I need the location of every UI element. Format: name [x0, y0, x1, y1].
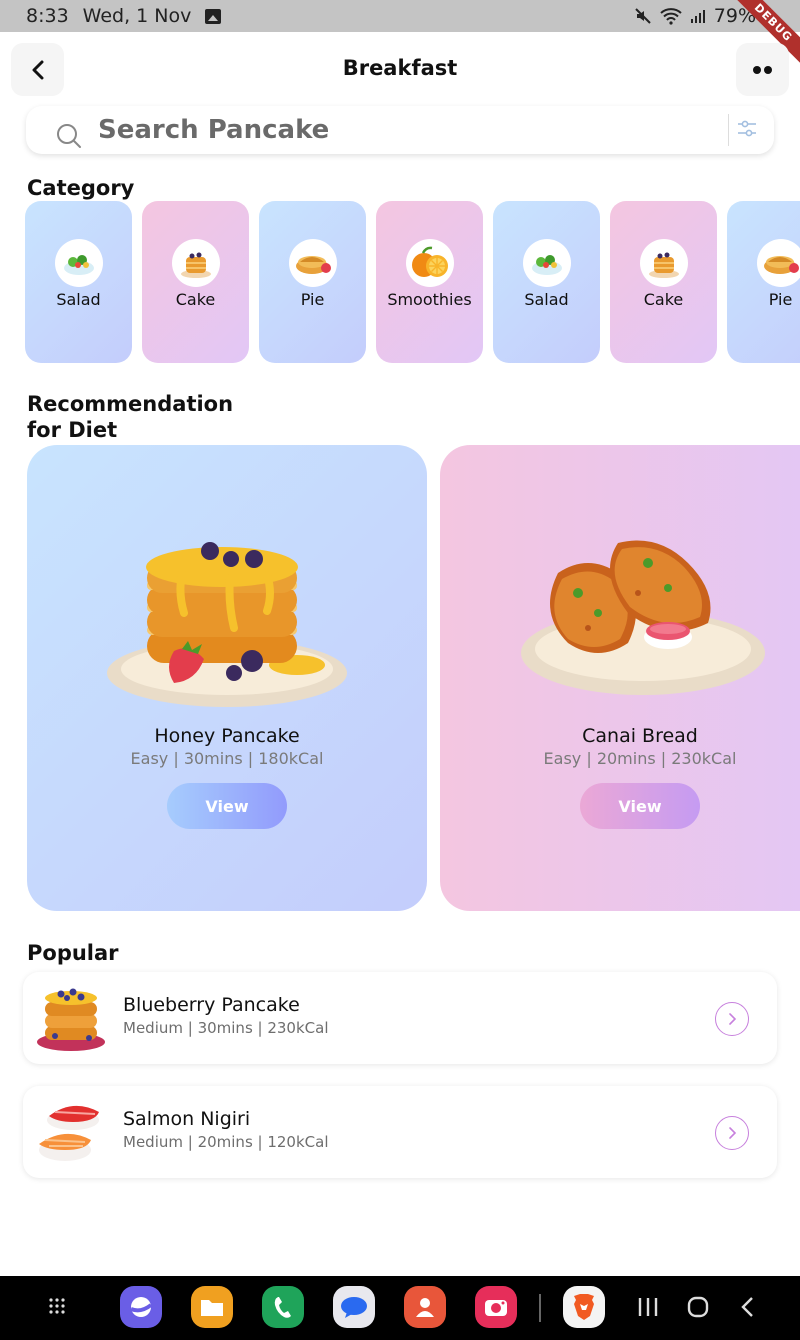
popular-item-meta: Medium | 20mins | 120kCal: [123, 1133, 329, 1151]
category-card-pie[interactable]: Pie: [727, 201, 800, 363]
status-bar: 8:33 Wed, 1 Nov 79% DEBUG: [0, 0, 800, 69]
back-nav-icon[interactable]: [738, 1296, 758, 1318]
recommendation-card-honey-pancake[interactable]: Honey Pancake Easy | 30mins | 180kCal Vi…: [27, 445, 427, 911]
salmon-nigiri-image: [39, 1105, 99, 1161]
contacts-app-icon[interactable]: [404, 1286, 446, 1328]
recommendation-card-canai-bread[interactable]: Canai Bread Easy | 20mins | 230kCal View: [440, 445, 800, 911]
wifi-icon: [660, 8, 682, 25]
search-bar: [26, 106, 774, 154]
category-label: Salad: [524, 290, 569, 309]
view-button[interactable]: View: [580, 783, 700, 829]
chevron-right-icon[interactable]: [715, 1002, 749, 1036]
app-drawer-icon[interactable]: [47, 1296, 67, 1316]
status-time: 8:33: [26, 5, 69, 27]
dock-divider: [539, 1294, 541, 1322]
divider: [728, 114, 729, 146]
salad-icon: [523, 239, 571, 287]
category-label: Pie: [300, 290, 325, 309]
more-options-button[interactable]: [736, 43, 789, 96]
dot-icon: [764, 65, 772, 74]
recommendation-title-line1: Recommendation: [27, 392, 234, 416]
cake-icon: [640, 239, 688, 287]
salad-icon: [55, 239, 103, 287]
phone-app-icon[interactable]: [262, 1286, 304, 1328]
recipe-meta: Easy | 30mins | 180kCal: [130, 749, 324, 768]
brave-browser-app-icon[interactable]: [563, 1286, 605, 1328]
recommendation-title-line2: for Diet: [27, 418, 118, 442]
cake-icon: [172, 239, 220, 287]
gallery-icon: [205, 8, 222, 24]
search-icon: [57, 124, 81, 148]
category-section-title: Category: [27, 176, 135, 200]
canai-bread-image: [521, 540, 765, 695]
category-label: Pie: [768, 290, 793, 309]
mute-icon: [635, 8, 651, 24]
view-button[interactable]: View: [167, 783, 287, 829]
recommendation-list: Honey Pancake Easy | 30mins | 180kCal Vi…: [27, 445, 800, 911]
messages-app-icon[interactable]: [333, 1286, 375, 1328]
category-card-cake[interactable]: Cake: [142, 201, 249, 363]
blueberry-pancake-image: [37, 988, 105, 1051]
pie-icon: [757, 239, 800, 287]
popular-item-blueberry-pancake[interactable]: Blueberry Pancake Medium | 30mins | 230k…: [23, 972, 777, 1064]
orange-icon: [406, 239, 454, 287]
page-title: Breakfast: [342, 56, 458, 80]
camera-app-icon[interactable]: [475, 1286, 517, 1328]
category-card-salad[interactable]: Salad: [493, 201, 600, 363]
category-card-pie[interactable]: Pie: [259, 201, 366, 363]
recommendation-section-title: Recommendation for Diet: [27, 391, 233, 443]
filter-icon[interactable]: [734, 116, 760, 142]
recent-apps-icon[interactable]: [636, 1296, 660, 1318]
browser-app-icon[interactable]: [120, 1286, 162, 1328]
category-label: Cake: [643, 290, 684, 309]
category-label: Smoothies: [387, 290, 472, 309]
category-list: Salad Cake Pie Smoothies Salad Cake Pie: [25, 201, 800, 363]
popular-item-name: Salmon Nigiri: [123, 1108, 251, 1130]
category-label: Salad: [56, 290, 101, 309]
popular-item-name: Blueberry Pancake: [123, 994, 300, 1016]
search-input[interactable]: [98, 115, 658, 145]
recipe-name: Honey Pancake: [154, 725, 300, 747]
files-app-icon[interactable]: [191, 1286, 233, 1328]
popular-item-salmon-nigiri[interactable]: Salmon Nigiri Medium | 20mins | 120kCal: [23, 1086, 777, 1178]
category-card-smoothies[interactable]: Smoothies: [376, 201, 483, 363]
recipe-name: Canai Bread: [582, 725, 698, 747]
popular-section-title: Popular: [27, 941, 119, 965]
app-header: Breakfast: [0, 42, 800, 98]
pie-icon: [289, 239, 337, 287]
chevron-right-icon[interactable]: [715, 1116, 749, 1150]
honey-pancake-image: [107, 542, 347, 707]
status-date: Wed, 1 Nov: [82, 5, 192, 27]
popular-item-meta: Medium | 30mins | 230kCal: [123, 1019, 329, 1037]
dot-icon: [753, 65, 761, 74]
system-navigation-bar: [0, 1276, 800, 1340]
home-icon[interactable]: [686, 1296, 710, 1318]
category-label: Cake: [175, 290, 216, 309]
recipe-meta: Easy | 20mins | 230kCal: [543, 749, 737, 768]
category-card-salad[interactable]: Salad: [25, 201, 132, 363]
signal-icon: [690, 10, 705, 23]
category-card-cake[interactable]: Cake: [610, 201, 717, 363]
